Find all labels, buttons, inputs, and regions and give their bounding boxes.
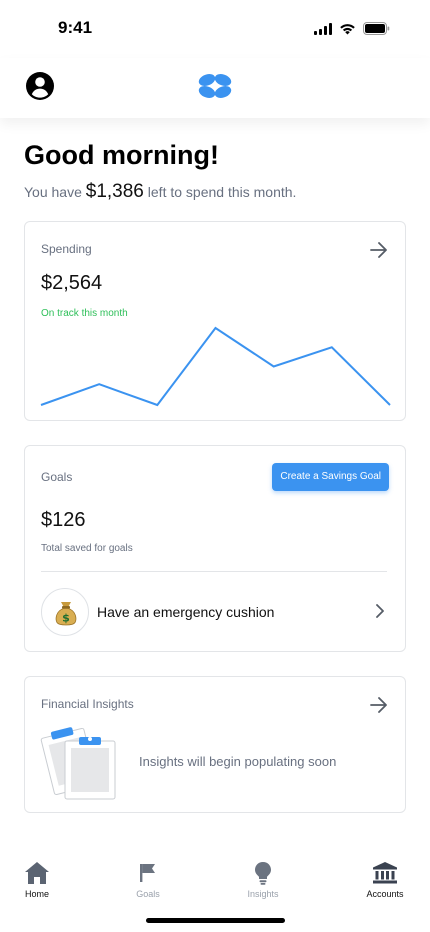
svg-text:$: $ <box>62 612 70 625</box>
status-time: 9:41 <box>58 18 93 37</box>
bank-icon <box>373 862 397 884</box>
home-icon <box>25 862 49 884</box>
chevron-right-icon[interactable] <box>375 603 385 619</box>
bottom-tab-bar: Home Goals Insights Accounts <box>0 856 430 916</box>
spending-amount: $2,564 <box>41 272 103 294</box>
app-header <box>0 58 430 118</box>
goals-caption: Total saved for goals <box>41 543 133 554</box>
spending-title: Spending <box>41 242 92 256</box>
greeting-title: Good morning! <box>24 140 219 170</box>
budget-summary: You have $1,386 left to spend this month… <box>24 181 296 203</box>
insights-title: Financial Insights <box>41 697 134 711</box>
wifi-icon <box>340 23 355 34</box>
status-icons <box>314 22 390 35</box>
financial-insights-card[interactable]: Financial Insights Insights will begin p… <box>24 676 406 813</box>
tab-goals[interactable]: Goals <box>113 856 183 899</box>
flag-icon <box>140 864 155 882</box>
goal-item-emergency-cushion[interactable]: $ Have an emergency cushion <box>41 587 387 637</box>
tab-accounts[interactable]: Accounts <box>350 856 420 899</box>
goals-title: Goals <box>41 470 73 484</box>
tab-label: Goals <box>136 889 160 899</box>
divider <box>41 571 387 572</box>
home-indicator <box>146 918 285 923</box>
budget-prefix: You have <box>24 184 82 200</box>
app-logo <box>198 74 232 98</box>
spending-card[interactable]: Spending $2,564 On track this month <box>24 221 406 421</box>
tab-label: Home <box>24 889 49 899</box>
goals-card: Goals Create a Savings Goal $126 Total s… <box>24 445 406 652</box>
budget-amount: $1,386 <box>85 181 144 202</box>
tab-label: Accounts <box>366 889 404 899</box>
budget-suffix: left to spend this month. <box>147 184 297 200</box>
create-savings-goal-button[interactable]: Create a Savings Goal <box>272 463 389 491</box>
signal-icon <box>314 22 332 35</box>
spending-trend-line <box>40 326 391 407</box>
spending-trend-chart <box>40 326 391 407</box>
tab-insights[interactable]: Insights <box>228 856 298 899</box>
money-bag-icon: $ <box>41 588 89 636</box>
status-bar: 9:41 <box>0 0 430 58</box>
arrow-right-icon[interactable] <box>369 241 389 259</box>
clipboard-illustration-icon <box>40 727 116 800</box>
account-circle-icon[interactable] <box>25 71 55 101</box>
goals-amount: $126 <box>41 509 86 531</box>
insights-empty-message: Insights will begin populating soon <box>139 754 337 769</box>
lightbulb-icon <box>255 862 271 885</box>
tab-home[interactable]: Home <box>2 856 72 899</box>
tab-label: Insights <box>247 889 279 899</box>
arrow-right-icon[interactable] <box>369 696 389 714</box>
battery-icon <box>363 22 390 35</box>
goal-item-label: Have an emergency cushion <box>97 604 275 620</box>
